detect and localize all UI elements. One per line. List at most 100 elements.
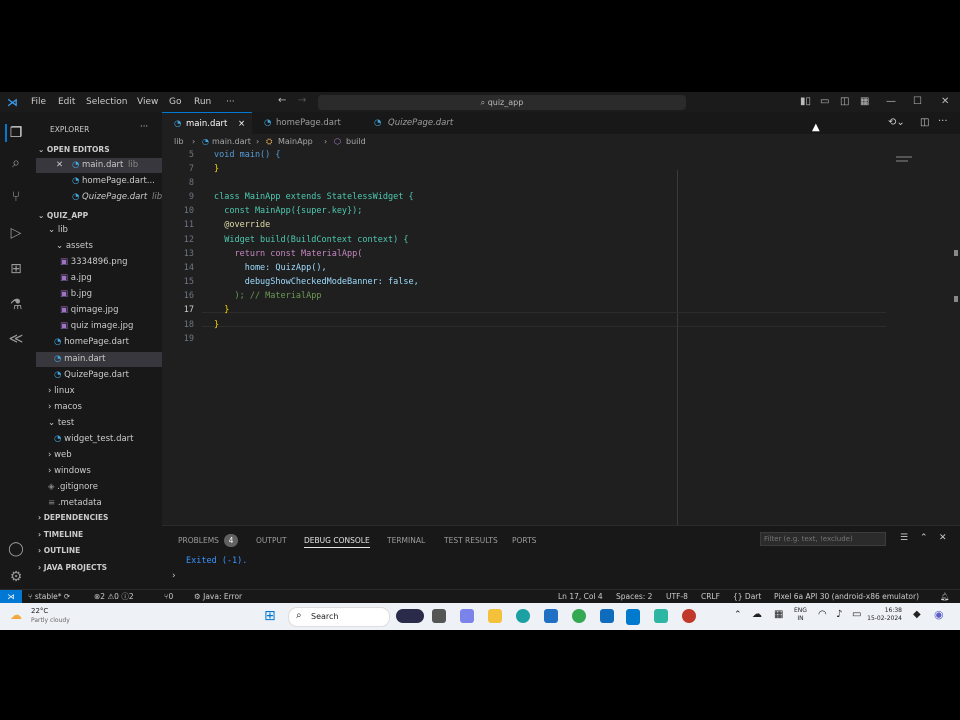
- customize-layout-icon[interactable]: ▦: [860, 96, 869, 107]
- task-view-icon[interactable]: [432, 609, 446, 623]
- tree-item-quiz-image[interactable]: ▣ quiz image.jpg: [60, 321, 133, 331]
- battery-icon[interactable]: ▭: [852, 609, 861, 620]
- menu-view[interactable]: View: [137, 97, 158, 107]
- filter-input[interactable]: [760, 532, 886, 546]
- cursor-position[interactable]: Ln 17, Col 4: [558, 590, 603, 604]
- open-editor-quizepage[interactable]: ◔ QuizePage.dart lib: [36, 190, 162, 205]
- store-icon[interactable]: [544, 609, 558, 623]
- forward-arrow-icon[interactable]: →: [298, 95, 306, 106]
- language-status[interactable]: {} Dart: [733, 590, 761, 604]
- tree-item-web[interactable]: › web: [48, 450, 72, 460]
- project-header[interactable]: ⌄ QUIZ_APP: [38, 211, 88, 220]
- toggle-sidebar-icon[interactable]: ▮▯: [800, 96, 811, 107]
- menu-run[interactable]: Run: [194, 97, 211, 107]
- run-debug-icon[interactable]: ▷: [7, 224, 25, 242]
- close-icon[interactable]: ✕: [56, 160, 63, 170]
- tree-item-test[interactable]: ⌄ test: [48, 418, 74, 428]
- tree-item-qimage[interactable]: ▣ qimage.jpg: [60, 305, 118, 315]
- maximize-icon[interactable]: ☐: [913, 96, 922, 107]
- editor-more-icon[interactable]: ···: [938, 116, 948, 127]
- tree-item-main[interactable]: ◔ main.dart: [36, 352, 162, 367]
- tree-item-gitignore[interactable]: ◈ .gitignore: [48, 482, 98, 492]
- problems-status[interactable]: ⊗2 ⚠0 ⓘ2: [94, 590, 134, 604]
- tree-item-homepage[interactable]: ◔ homePage.dart: [54, 337, 129, 347]
- tab-test-results[interactable]: TEST RESULTS: [444, 536, 498, 545]
- account-icon[interactable]: ◯: [7, 540, 25, 558]
- toggle-panel-icon[interactable]: ▭: [820, 96, 829, 107]
- show-hidden-icons[interactable]: ⌃: [734, 610, 742, 620]
- split-editor-icon[interactable]: ◫: [920, 117, 929, 128]
- language-indicator[interactable]: ENG IN: [794, 607, 807, 623]
- tab-output[interactable]: OUTPUT: [256, 536, 287, 545]
- menu-file[interactable]: File: [31, 97, 46, 107]
- toggle-secondary-sidebar-icon[interactable]: ◫: [840, 96, 849, 107]
- tray-icon[interactable]: ☁: [752, 609, 762, 620]
- copilot-tray-icon[interactable]: ◉: [934, 608, 944, 621]
- flutter-icon[interactable]: ≪: [7, 330, 25, 348]
- command-center-search[interactable]: ⌕ quiz_app: [318, 95, 686, 110]
- mail-icon[interactable]: [600, 609, 614, 623]
- tree-item-png[interactable]: ▣ 3334896.png: [60, 257, 127, 267]
- tree-item-windows[interactable]: › windows: [48, 466, 91, 476]
- app-icon[interactable]: [654, 609, 668, 623]
- open-editor-main[interactable]: ✕ ◔ main.dart lib: [36, 158, 162, 173]
- tab-main-dart[interactable]: ◔ main.dart ×: [162, 112, 252, 135]
- tree-item-linux[interactable]: › linux: [48, 386, 75, 396]
- breadcrumb-lib[interactable]: lib: [174, 134, 184, 150]
- teams-icon[interactable]: [460, 609, 474, 623]
- weather-temp[interactable]: 22°C: [31, 607, 48, 615]
- file-explorer-icon[interactable]: [488, 609, 502, 623]
- source-control-icon[interactable]: ⑂: [7, 188, 25, 206]
- tab-ports[interactable]: PORTS: [512, 536, 536, 545]
- tree-item-widget-test[interactable]: ◔ widget_test.dart: [54, 434, 134, 444]
- clock[interactable]: 16:38 15-02-2024: [866, 607, 902, 623]
- close-window-icon[interactable]: ✕: [941, 96, 949, 107]
- tray-icon[interactable]: ▦: [774, 609, 783, 620]
- recorder-icon[interactable]: [682, 609, 696, 623]
- tree-item-metadata[interactable]: ≡ .metadata: [48, 498, 102, 508]
- manage-gear-icon[interactable]: ⚙: [7, 568, 25, 586]
- tab-terminal[interactable]: TERMINAL: [387, 536, 425, 545]
- eol-status[interactable]: CRLF: [701, 590, 720, 604]
- notification-icon[interactable]: ◆: [913, 609, 921, 620]
- tree-item-b-jpg[interactable]: ▣ b.jpg: [60, 289, 92, 299]
- encoding-status[interactable]: UTF-8: [666, 590, 688, 604]
- timeline-header[interactable]: › TIMELINE: [38, 530, 83, 539]
- taskbar-search[interactable]: ⌕ Search: [288, 607, 390, 627]
- close-panel-icon[interactable]: ✕: [939, 533, 947, 543]
- tab-problems[interactable]: PROBLEMS: [178, 536, 219, 545]
- compare-changes-icon[interactable]: ⟲⌄: [888, 117, 905, 128]
- tab-quizepage-dart[interactable]: ◔ QuizePage.dart: [362, 112, 472, 134]
- ports-status[interactable]: ⑂0: [164, 590, 173, 604]
- copilot-icon[interactable]: [396, 609, 424, 623]
- breadcrumb-file[interactable]: main.dart: [212, 134, 251, 150]
- tree-item-lib[interactable]: ⌄ lib: [48, 225, 68, 235]
- open-editors-header[interactable]: ⌄ OPEN EDITORS: [38, 145, 110, 154]
- start-windows-icon[interactable]: ⊞: [264, 608, 276, 624]
- search-icon[interactable]: ⌕: [7, 154, 25, 172]
- clear-console-icon[interactable]: ☰: [900, 533, 908, 543]
- maximize-panel-icon[interactable]: ⌃: [920, 533, 928, 543]
- indentation-status[interactable]: Spaces: 2: [616, 590, 652, 604]
- menu-selection[interactable]: Selection: [86, 97, 127, 107]
- back-arrow-icon[interactable]: ←: [278, 95, 286, 106]
- explorer-more-icon[interactable]: ···: [140, 122, 148, 132]
- vscode-taskbar-icon[interactable]: [626, 609, 640, 625]
- minimize-icon[interactable]: —: [886, 96, 896, 107]
- edge-icon[interactable]: [516, 609, 530, 623]
- wifi-icon[interactable]: ◠: [818, 609, 827, 620]
- extensions-icon[interactable]: ⊞: [7, 260, 25, 278]
- menu-edit[interactable]: Edit: [58, 97, 75, 107]
- dependencies-header[interactable]: › DEPENDENCIES: [38, 513, 108, 522]
- code-editor[interactable]: 5 7 8 9 10 11 12 13 14 15 16 17 18 19 vo…: [162, 150, 960, 525]
- close-icon[interactable]: ×: [238, 113, 245, 135]
- explorer-icon[interactable]: ❐: [5, 124, 25, 142]
- tree-item-quizepage[interactable]: ◔ QuizePage.dart: [54, 370, 129, 380]
- menu-more[interactable]: ···: [226, 97, 235, 107]
- outline-header[interactable]: › OUTLINE: [38, 546, 80, 555]
- chrome-icon[interactable]: [572, 609, 586, 623]
- volume-icon[interactable]: ♪: [836, 609, 842, 620]
- tree-item-assets[interactable]: ⌄ assets: [56, 241, 93, 251]
- branch-status[interactable]: ⑂ stable* ⟳: [28, 590, 70, 604]
- breadcrumb-class[interactable]: MainApp: [278, 134, 313, 150]
